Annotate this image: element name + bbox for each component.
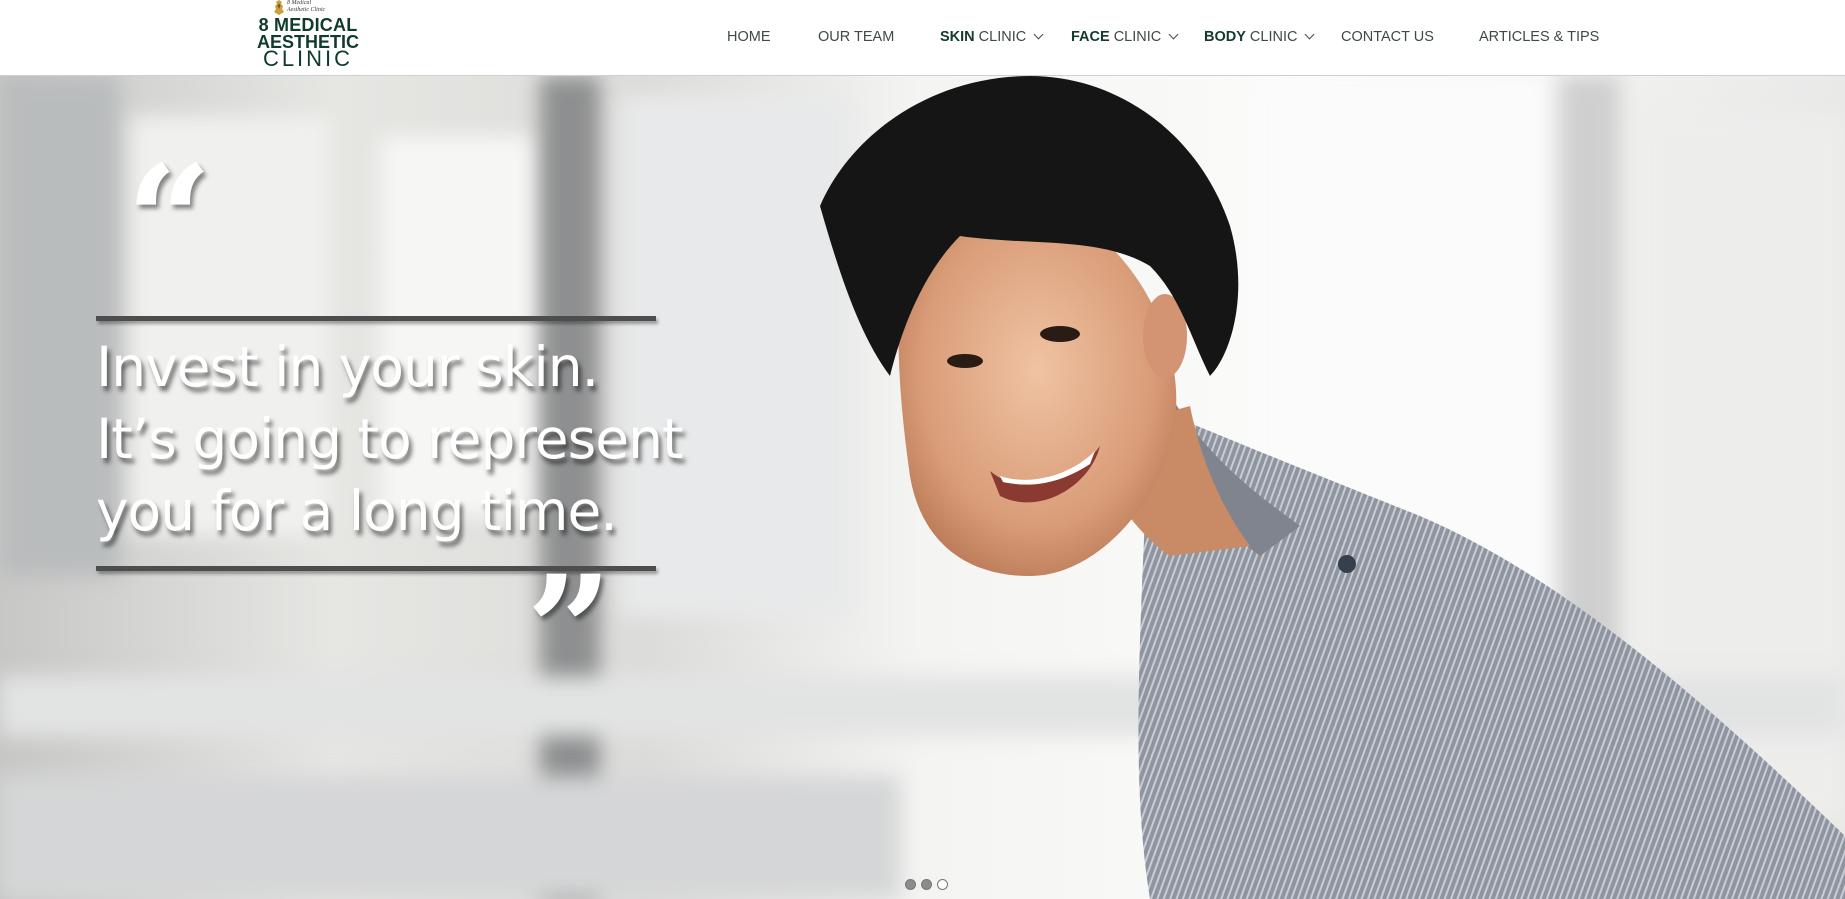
nav-item-label: OUR TEAM bbox=[818, 29, 895, 45]
close-quote-mark: ” bbox=[526, 543, 613, 719]
open-quote-mark: “ bbox=[126, 133, 213, 309]
slider-pagination bbox=[905, 877, 953, 891]
crest-icon bbox=[274, 0, 284, 15]
nav-item-bold: FACE bbox=[1071, 29, 1110, 45]
quote-top-rule bbox=[96, 316, 656, 321]
hero-slider: “ Invest in your skin. It’s going to rep… bbox=[0, 76, 1845, 899]
quote-line: Invest in your skin. bbox=[96, 335, 599, 399]
nav-item-articles-tips[interactable]: ARTICLES & TIPS bbox=[1479, 29, 1599, 45]
nav-item-label: ARTICLES & TIPS bbox=[1479, 29, 1600, 45]
logo-tagline: 8 Medical Aesthetic Clinic bbox=[287, 0, 326, 13]
chevron-down-icon bbox=[1168, 29, 1179, 40]
nav-item-our-team[interactable]: OUR TEAM bbox=[818, 29, 894, 45]
nav-item-contact-us[interactable]: CONTACT US bbox=[1341, 29, 1434, 45]
nav-item-label: CLINIC bbox=[1109, 29, 1162, 45]
quote-line: It’s going to represent bbox=[96, 407, 684, 471]
nav-item-face-clinic[interactable]: FACE CLINIC bbox=[1071, 29, 1179, 45]
nav-item-home[interactable]: HOME bbox=[727, 29, 771, 45]
nav-item-skin-clinic[interactable]: SKIN CLINIC bbox=[940, 29, 1044, 45]
slider-dot-1[interactable] bbox=[905, 879, 916, 890]
chevron-down-icon bbox=[1033, 29, 1044, 40]
nav-item-label: CLINIC bbox=[974, 29, 1027, 45]
nav-item-label: HOME bbox=[727, 29, 771, 45]
quote-text: Invest in your skin. It’s going to repre… bbox=[96, 331, 736, 547]
slider-dot-2[interactable] bbox=[921, 879, 932, 890]
site-header: 8 Medical Aesthetic Clinic 8 MEDICAL AES… bbox=[0, 0, 1845, 76]
quote-line: you for a long time. bbox=[96, 479, 618, 543]
nav-item-label: CLINIC bbox=[1245, 29, 1298, 45]
nav-item-body-clinic[interactable]: BODY CLINIC bbox=[1204, 29, 1315, 45]
logo-emblem: 8 Medical Aesthetic Clinic bbox=[273, 0, 343, 16]
nav-item-bold: BODY bbox=[1204, 29, 1246, 45]
chevron-down-icon bbox=[1305, 29, 1315, 40]
nav-item-bold: SKIN bbox=[940, 29, 975, 45]
slider-dot-3[interactable] bbox=[937, 879, 948, 890]
site-logo[interactable]: 8 Medical Aesthetic Clinic 8 MEDICAL AES… bbox=[253, 0, 363, 72]
logo-text-line3: CLINIC bbox=[262, 46, 354, 71]
hero-quote: “ Invest in your skin. It’s going to rep… bbox=[96, 146, 696, 706]
nav-item-label: CONTACT US bbox=[1341, 29, 1434, 45]
